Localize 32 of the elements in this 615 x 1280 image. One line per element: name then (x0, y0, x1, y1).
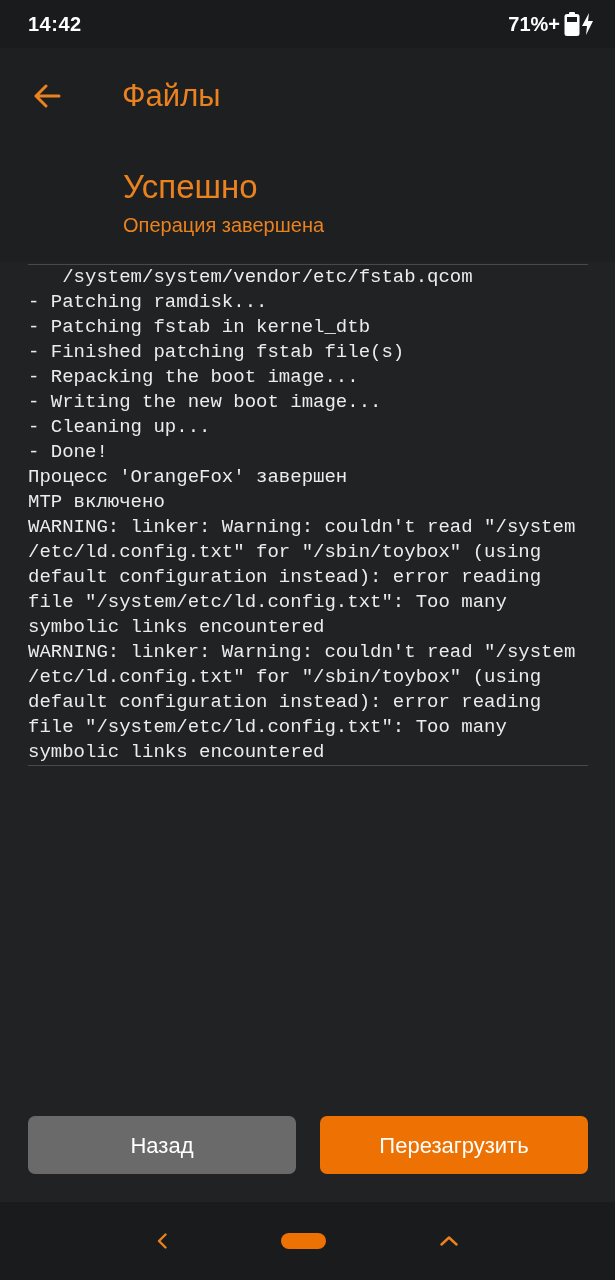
nav-up-chevron-icon[interactable] (440, 1236, 458, 1246)
log-line: - Finished patching fstab file(s) (28, 340, 406, 365)
log-line: symbolic links encountered (28, 615, 326, 640)
log-line: default configuration instead): error reading (28, 690, 543, 715)
screen-title: Файлы (122, 77, 221, 115)
log-line: file "/system/etc/ld.config.txt": Too many (28, 590, 508, 615)
log-line: - Done! (28, 440, 109, 465)
log-line: file "/system/etc/ld.config.txt": Too many (28, 715, 508, 740)
nav-back-chevron-icon[interactable] (157, 1233, 167, 1249)
log-line: - Patching ramdisk... (28, 290, 269, 315)
log-line: - Patching fstab in kernel_dtb (28, 315, 372, 340)
home-pill-icon[interactable] (281, 1233, 326, 1249)
clock-time: 14:42 (28, 12, 82, 37)
result-subtitle: Операция завершена (123, 213, 326, 238)
reboot-button[interactable]: Перезагрузить (320, 1116, 588, 1174)
log-line: /etc/ld.config.txt" for "/sbin/toybox" (using (28, 540, 543, 565)
log-line: WARNING: linker: Warning: couldn't read "/system (28, 640, 577, 665)
battery-icon (564, 12, 580, 36)
battery-percent: 71%+ (508, 12, 560, 37)
log-line: - Writing the new boot image... (28, 390, 383, 415)
log-line: - Cleaning up... (28, 415, 212, 440)
log-line: Процесс 'OrangeFox' завершен (28, 465, 349, 490)
back-button[interactable]: Назад (28, 1116, 296, 1174)
log-line: - Repacking the boot image... (28, 365, 360, 390)
log-line: MTP включено (28, 490, 166, 515)
log-line: WARNING: linker: Warning: couldn't read "/system (28, 515, 577, 540)
result-title: Успешно (123, 167, 259, 207)
log-line: symbolic links encountered (28, 740, 326, 765)
back-arrow-icon[interactable] (33, 84, 61, 108)
log-line: default configuration instead): error reading (28, 565, 543, 590)
log-line: /etc/ld.config.txt" for "/sbin/toybox" (using (28, 665, 543, 690)
log-line: /system/system/vendor/etc/fstab.qcom (61, 265, 474, 290)
